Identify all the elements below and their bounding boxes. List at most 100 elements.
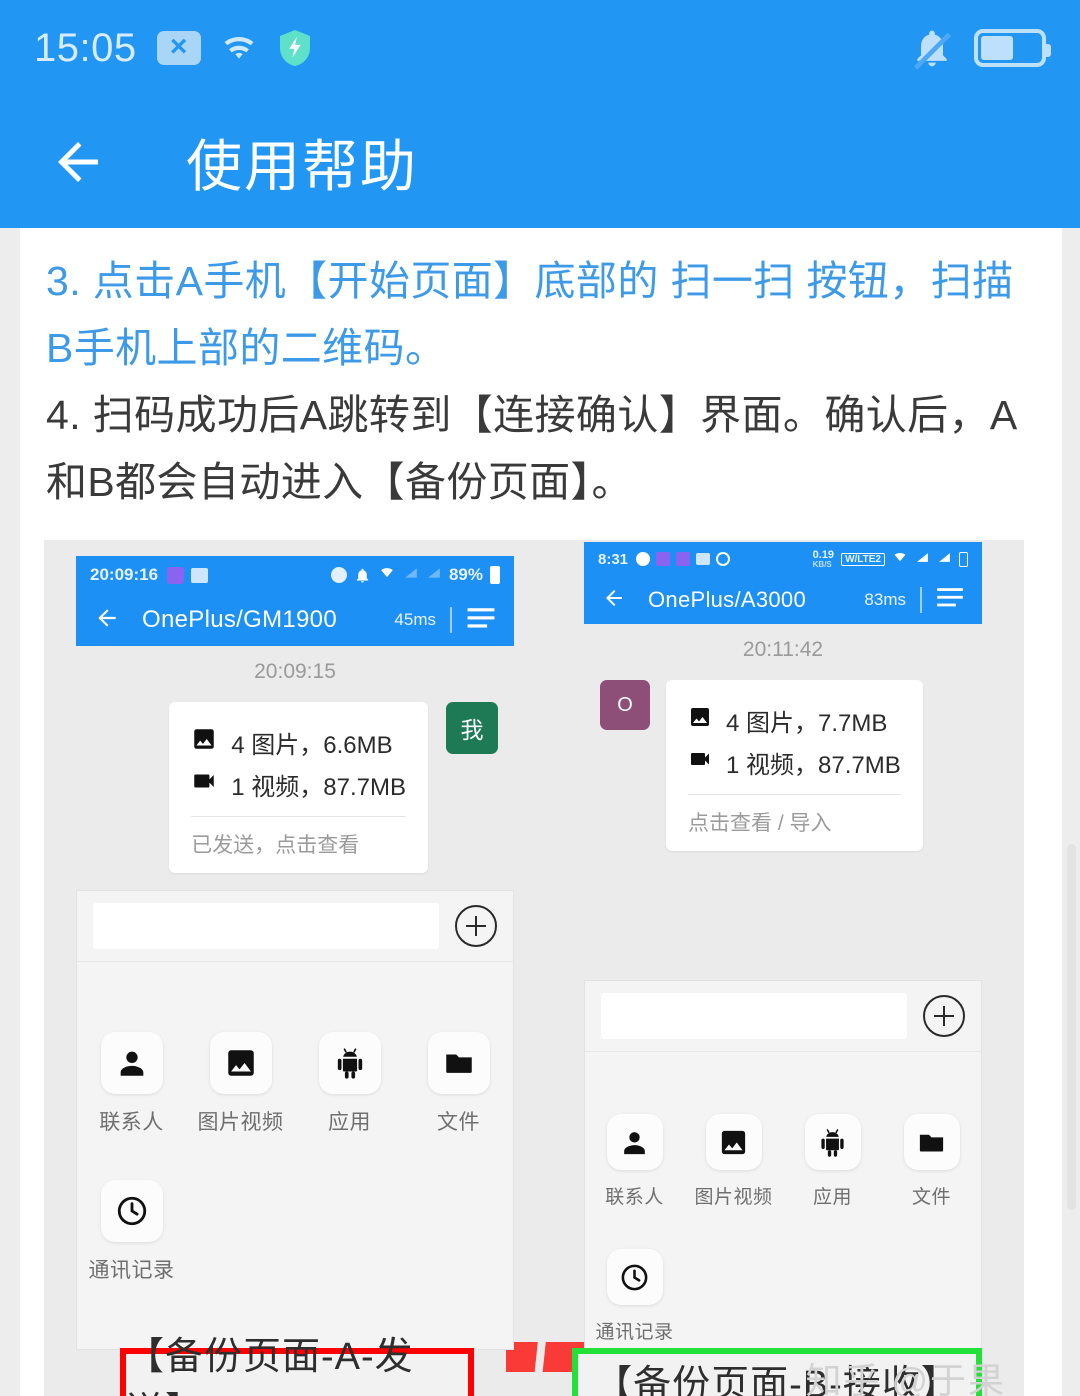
app-item-photo-video[interactable]: 图片视频 [186,1032,295,1136]
shield-boost-icon [277,28,313,68]
help-step-4: 4. 扫码成功后A跳转到【连接确认】界面。确认后，A和B都会自动进入【备份页面】… [46,392,1018,505]
system-status-bar: 15:05 [0,0,1080,96]
android-app-icon [804,1114,861,1170]
status-bar-right-icons [910,26,1051,70]
phone-b-app-bar: OnePlus/A3000 83ms [584,576,982,624]
bubble-line-images: 4 图片，7.7MB [688,703,901,738]
signal-1-icon [403,565,419,585]
app-item-contacts[interactable]: 联系人 [585,1114,684,1209]
help-article: 3. 点击A手机【开始页面】底部的 扫一扫 按钮，扫描B手机上部的二维码。 4.… [20,228,1062,1396]
app-item-apps[interactable]: 应用 [295,1032,404,1136]
phone-a-chat-area: 20:09:15 4 图片，6.6MB 1 视频，87.7MB 已发送，点击查看… [76,646,514,906]
wifi-icon [217,31,261,65]
phone-a-bubble-status: 已发送，点击查看 [191,834,360,857]
panel-b-input-row [585,981,981,1052]
phone-a-transfer-bubble[interactable]: 4 图片，6.6MB 1 视频，87.7MB 已发送，点击查看 [169,702,428,873]
phone-b-transfer-bubble[interactable]: 4 图片，7.7MB 1 视频，87.7MB 点击查看 / 导入 [666,680,923,851]
help-step-3: 3. 点击A手机【开始页面】底部的 扫一扫 按钮，扫描B手机上部的二维码。 [46,258,1014,371]
app-label: 通讯记录 [595,1322,674,1343]
hamburger-menu-icon[interactable] [936,587,964,613]
app-item-files[interactable]: 文件 [882,1114,981,1209]
search-input[interactable] [601,993,907,1039]
app-grid-empty [882,1249,981,1344]
avatar: O [600,680,650,730]
phone-b-peer-name: OnePlus/A3000 [648,587,807,612]
app-grid-row: 通讯记录 [585,1249,981,1344]
back-arrow-icon[interactable] [94,605,120,636]
data-rate-value: 0.19 [812,548,835,561]
backup-page-b-mock: 联系人 图片视频 应用 文件 通讯记录 [584,980,982,1360]
phone-b-chat-mock: 8:31 0.19 KB/S W/LTE2 OnePlus/A3000 83ms… [584,542,982,862]
back-arrow-icon[interactable] [48,132,108,192]
contacts-icon [606,1114,663,1170]
phone-a-chat-mock: 20:09:16 89% OnePlus/GM1900 45ms 20:09:1… [76,556,514,906]
photo-video-icon [209,1032,272,1094]
sim-card-icon [156,31,201,65]
app-item-apps[interactable]: 应用 [783,1114,882,1209]
usb-icon [959,551,968,567]
plus-circle-icon[interactable] [455,905,497,947]
app-grid-empty [295,1180,404,1284]
phone-a-status-right: 89% [330,565,500,585]
bubble-images-text: 4 图片，6.6MB [231,732,393,759]
caption-backup-page-a: 【备份页面-A-发送】 [120,1336,474,1396]
plus-circle-icon[interactable] [923,995,965,1037]
avatar: 我 [446,702,498,754]
app-item-photo-video[interactable]: 图片视频 [684,1114,783,1209]
bubble-line-images: 4 图片，6.6MB [191,725,406,760]
app-label: 应用 [812,1187,852,1208]
bubble-videos-text: 1 视频，87.7MB [726,752,901,779]
phone-b-clock: 8:31 [598,550,629,568]
divider [688,794,901,795]
back-arrow-icon[interactable] [602,586,626,615]
image-icon [688,705,712,736]
app-label: 联系人 [99,1111,164,1134]
app-label: 文件 [437,1111,480,1134]
network-type-badge: W/LTE2 [841,552,885,566]
search-input[interactable] [93,903,439,949]
settings-icon [636,552,651,566]
panel-a-input-row [77,891,513,962]
phone-a-clock: 20:09:16 [90,565,159,584]
app-label: 通讯记录 [88,1259,175,1282]
bubble-videos-text: 1 视频，87.7MB [231,774,406,801]
backup-page-a-mock: 联系人 图片视频 应用 文件 通讯记录 [76,890,514,1350]
app-grid-empty [404,1180,513,1284]
photo-video-icon [705,1114,762,1170]
signal-2-icon [426,565,442,585]
app-label: 应用 [328,1111,371,1134]
wifi-icon [892,551,908,568]
phone-b-message-row: O 4 图片，7.7MB 1 视频，87.7MB 点击查看 / 导入 [584,680,982,851]
app-item-call-history[interactable]: 通讯记录 [585,1249,684,1344]
page-title: 使用帮助 [186,134,418,198]
app-item-files[interactable]: 文件 [404,1032,513,1136]
app-label: 图片视频 [694,1187,773,1208]
bubble-line-videos: 1 视频，87.7MB [191,767,406,802]
app-grid-row: 联系人 图片视频 应用 文件 [585,1114,981,1209]
call-history-icon [100,1180,163,1242]
phone-b-chat-timestamp: 20:11:42 [742,638,824,661]
app-item-call-history[interactable]: 通讯记录 [77,1180,186,1284]
app-label: 图片视频 [197,1111,284,1134]
phone-b-latency: 83ms [864,590,906,609]
android-app-icon [318,1032,381,1094]
phone-b-status-right: 0.19 KB/S W/LTE2 [812,548,968,569]
hamburger-menu-icon[interactable] [466,607,496,634]
status-bar-clock: 15:05 [34,25,137,70]
help-figure: 20:09:16 89% OnePlus/GM1900 45ms 20:09:1… [44,540,1024,1396]
gallery-icon [696,553,711,565]
phone-b-bubble-status: 点击查看 / 导入 [688,812,832,835]
bubble-images-text: 4 图片，7.7MB [726,710,888,737]
bell-off-icon [910,26,954,70]
wifi-icon [378,565,396,585]
status-bar-left-icons [156,28,313,68]
app-bar: 使用帮助 [0,96,1080,228]
phone-b-status-bar: 8:31 0.19 KB/S W/LTE2 [584,542,982,576]
battery-icon [490,566,500,584]
app-icon-purple [656,552,671,566]
app-label: 文件 [911,1187,951,1208]
page-scrollbar[interactable] [1067,844,1076,1210]
app-icon-purple-2 [676,552,691,566]
video-icon [191,768,217,801]
app-item-contacts[interactable]: 联系人 [77,1032,186,1136]
